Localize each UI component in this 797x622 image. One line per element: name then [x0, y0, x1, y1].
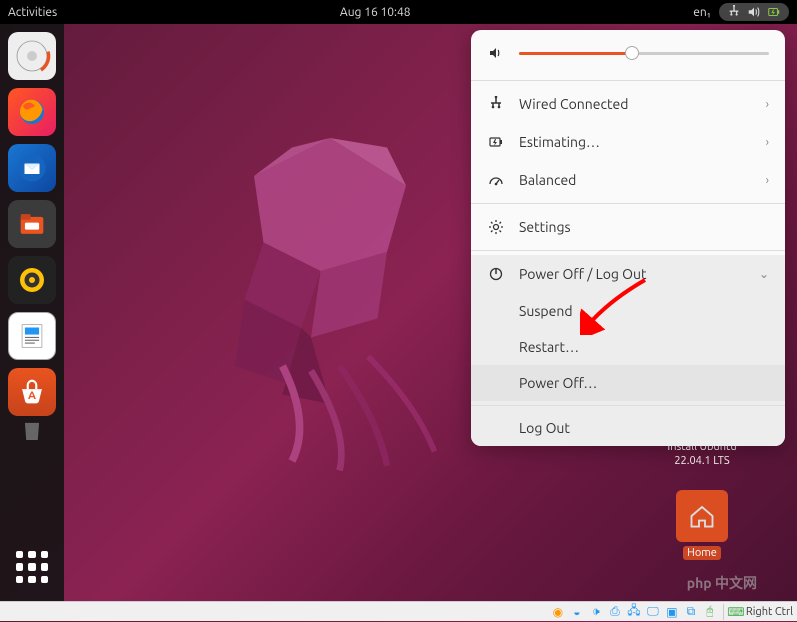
divider — [471, 250, 785, 251]
wired-connected-row[interactable]: Wired Connected › — [471, 85, 785, 123]
house-icon — [684, 498, 720, 534]
dock-thunderbird[interactable] — [8, 144, 56, 192]
power-profile-label: Balanced — [519, 172, 752, 188]
chevron-right-icon: › — [766, 174, 769, 187]
vb-record-icon[interactable]: ⧉ — [683, 604, 699, 620]
chevron-right-icon: › — [766, 136, 769, 149]
divider — [471, 80, 785, 81]
battery-row[interactable]: Estimating… › — [471, 123, 785, 161]
status-area[interactable] — [719, 3, 789, 21]
power-profile-row[interactable]: Balanced › — [471, 161, 785, 199]
vb-key-icon: ⌨ — [728, 604, 744, 620]
logout-item[interactable]: Log Out — [471, 410, 785, 446]
gauge-icon — [487, 171, 505, 189]
power-submenu: Suspend Restart… Power Off… Log Out — [471, 293, 785, 446]
wired-label: Wired Connected — [519, 96, 752, 112]
settings-row[interactable]: Settings — [471, 208, 785, 246]
vb-mouse-icon[interactable]: 🖰 — [702, 604, 718, 620]
poweroff-item[interactable]: Power Off… — [471, 365, 785, 401]
network-icon — [727, 5, 741, 19]
divider — [471, 405, 785, 406]
gear-icon — [487, 218, 505, 236]
divider — [471, 203, 785, 204]
dock-trash[interactable] — [8, 420, 56, 440]
restart-item[interactable]: Restart… — [471, 329, 785, 365]
dock-rhythmbox[interactable] — [8, 256, 56, 304]
vb-hostkey-label: Right Ctrl — [746, 606, 793, 618]
vb-audio-icon[interactable]: 🕩 — [588, 604, 604, 620]
wallpaper-jellyfish — [140, 100, 520, 480]
dock-firefox[interactable] — [8, 88, 56, 136]
virtualbox-statusbar: ◉ ◒ 🕩 ⎙ 🖧 🖵 ▣ ⧉ 🖰 ⌨ Right Ctrl — [0, 601, 797, 621]
volume-icon — [747, 5, 761, 19]
dock-libreoffice-writer[interactable] — [8, 312, 56, 360]
suspend-item[interactable]: Suspend — [471, 293, 785, 329]
dock-installer[interactable] — [8, 32, 56, 80]
vb-hostkey[interactable]: ⌨ Right Ctrl — [723, 604, 793, 620]
vb-optical-icon[interactable]: ◒ — [569, 604, 585, 620]
activities-button[interactable]: Activities — [8, 6, 57, 19]
speaker-icon — [487, 44, 505, 62]
clock[interactable]: Aug 16 10:48 — [57, 6, 693, 19]
dock: A — [0, 24, 64, 601]
power-section-label: Power Off / Log Out — [519, 266, 745, 282]
chevron-right-icon: › — [766, 98, 769, 111]
volume-row — [471, 30, 785, 76]
watermark: php 中文网 — [687, 573, 757, 593]
vb-network-icon[interactable]: 🖧 — [626, 604, 642, 620]
settings-label: Settings — [519, 219, 769, 235]
home-label: Home — [683, 546, 721, 560]
vb-shared-icon[interactable]: 🖵 — [645, 604, 661, 620]
dock-files[interactable] — [8, 200, 56, 248]
input-method-indicator[interactable]: en₁ — [693, 6, 711, 19]
chevron-down-icon: ⌄ — [759, 267, 769, 281]
show-applications-button[interactable] — [8, 543, 56, 591]
volume-slider[interactable] — [519, 52, 769, 55]
battery-icon — [767, 5, 781, 19]
home-folder-icon[interactable]: Home — [667, 490, 737, 560]
system-menu: Wired Connected › Estimating… › Balanced… — [471, 30, 785, 446]
battery-charging-icon — [487, 133, 505, 151]
battery-label: Estimating… — [519, 134, 752, 150]
power-off-section[interactable]: Power Off / Log Out ⌄ — [471, 255, 785, 293]
vb-display-icon[interactable]: ▣ — [664, 604, 680, 620]
vb-disk-icon[interactable]: ◉ — [550, 604, 566, 620]
vb-usb-icon[interactable]: ⎙ — [607, 604, 623, 620]
svg-text:A: A — [28, 389, 36, 402]
dock-ubuntu-software[interactable]: A — [8, 368, 56, 416]
power-icon — [487, 265, 505, 283]
wired-icon — [487, 95, 505, 113]
top-bar: Activities Aug 16 10:48 en₁ — [0, 0, 797, 24]
